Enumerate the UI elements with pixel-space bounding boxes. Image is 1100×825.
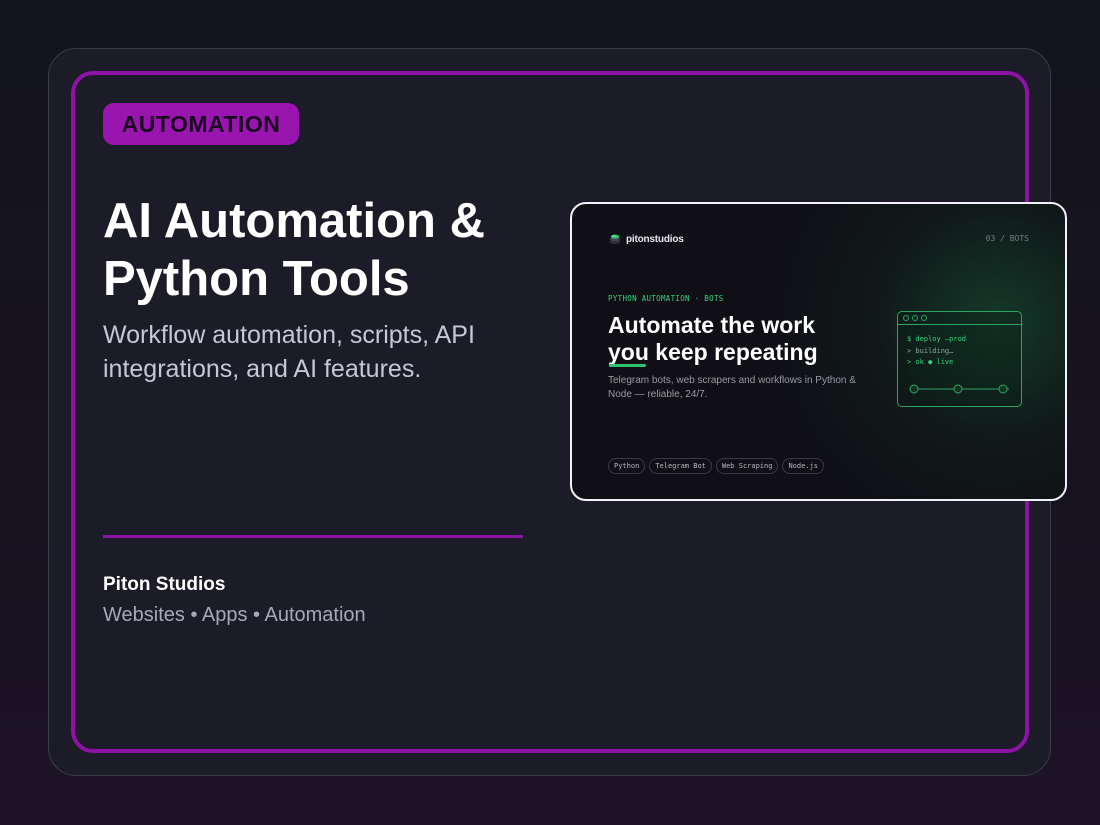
preview-title-line1: Automate the work (608, 312, 816, 338)
logo-text: pitonstudios (626, 233, 684, 245)
preview-title: Automate the work you keep repeating (608, 312, 818, 367)
divider (103, 535, 523, 538)
logo-icon (609, 234, 621, 245)
terminal-titlebar (898, 312, 1021, 325)
tag-list: Python Telegram Bot Web Scraping Node.js (608, 458, 828, 474)
preview-kicker: PYTHON AUTOMATION · BOTS (608, 294, 724, 303)
tag-web-scraping: Web Scraping (715, 458, 779, 474)
preview-description: Telegram bots, web scrapers and workflow… (608, 375, 856, 400)
page-title: AI Automation & Python Tools (103, 194, 485, 306)
pipeline-icon (909, 384, 1009, 394)
window-dot-icon (903, 315, 909, 321)
preview-title-highlight: you (608, 339, 649, 367)
tag-telegram-bot: Telegram Bot (649, 458, 712, 474)
terminal-line: $ deploy —prod (907, 335, 967, 343)
page-index: 03 / BOTS (985, 234, 1029, 243)
terminal-window: $ deploy —prod > building… > ok ● live (897, 311, 1022, 407)
preview-logo: pitonstudios (608, 232, 684, 246)
studio-tagline: Websites • Apps • Automation (103, 604, 366, 626)
terminal-live-status: ● live (928, 358, 954, 366)
preview-card[interactable]: pitonstudios 03 / BOTS PYTHON AUTOMATION… (570, 202, 1067, 501)
tag-python: Python (608, 458, 646, 474)
window-dot-icon (921, 315, 927, 321)
studio-name: Piton Studios (103, 574, 226, 595)
window-dot-icon (912, 315, 918, 321)
category-badge: AUTOMATION (103, 103, 299, 145)
terminal-ok: > ok (907, 358, 924, 366)
terminal-line: > ok ● live (907, 357, 966, 369)
preview-title-line2: keep repeating (648, 339, 818, 365)
page-subtitle: Workflow automation, scripts, API integr… (103, 321, 475, 383)
tag-nodejs: Node.js (782, 458, 824, 474)
terminal-line: > building… (907, 346, 954, 355)
